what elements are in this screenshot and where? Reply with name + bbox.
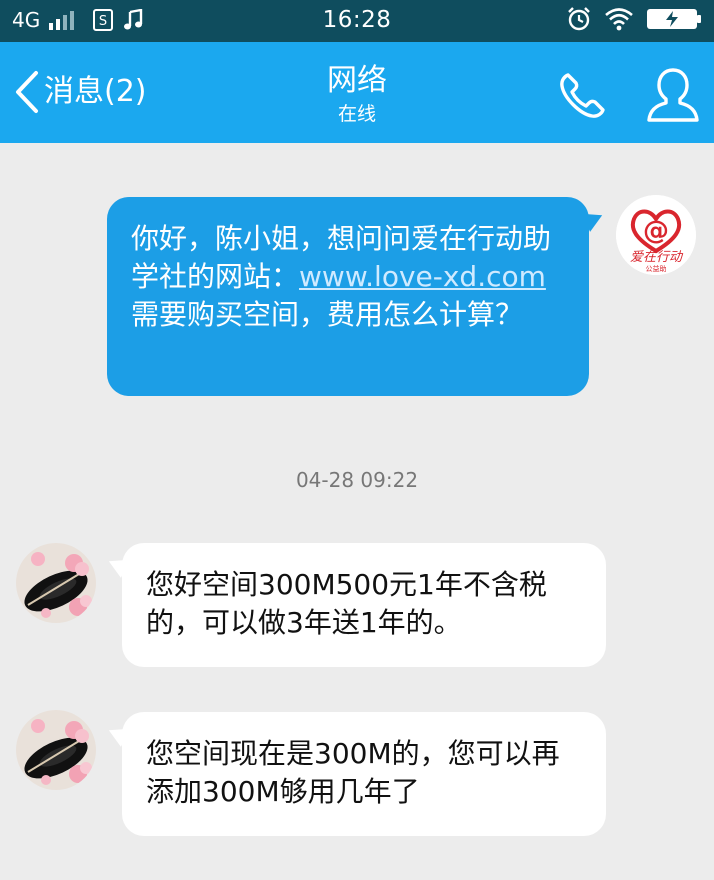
profile-icon[interactable] [645, 66, 701, 124]
status-right [566, 6, 702, 32]
contact-avatar[interactable] [16, 543, 96, 623]
svg-text:爱在行动: 爱在行动 [630, 250, 684, 265]
flower-avatar-image [16, 543, 96, 623]
alarm-icon [568, 7, 590, 31]
battery-charging-icon [647, 9, 701, 29]
self-avatar[interactable]: @ 爱在行动 公益助 [616, 195, 696, 275]
incoming-message[interactable]: 您好空间300M500元1年不含税的，可以做3年送1年的。 [104, 543, 606, 667]
message-text: 您空间现在是300M的，您可以再添加300M够用几年了 [146, 737, 560, 808]
svg-text:公益助: 公益助 [646, 264, 667, 273]
love-in-action-logo: @ 爱在行动 公益助 [616, 195, 696, 275]
bubble-tail [104, 552, 130, 578]
svg-text:@: @ [643, 216, 669, 246]
incoming-message[interactable]: 您空间现在是300M的，您可以再添加300M够用几年了 [104, 712, 606, 836]
message-text: 您好空间300M500元1年不含税的，可以做3年送1年的。 [146, 568, 547, 639]
message-text-cont: 需要购买空间，费用怎么计算？ [131, 298, 524, 331]
status-bar: 4G S 16:28 [0, 0, 714, 42]
bubble-tail [581, 206, 607, 232]
website-link[interactable]: www.love-xd.com [299, 260, 546, 293]
message-timestamp: 04-28 09:22 [295, 468, 419, 492]
wifi-icon [605, 8, 633, 31]
contact-avatar[interactable] [16, 710, 96, 790]
bubble-tail [104, 721, 130, 747]
chat-header: 消息(2) 网络 在线 [0, 42, 714, 143]
phone-icon[interactable] [556, 70, 608, 122]
flower-avatar-image [16, 710, 96, 790]
outgoing-message[interactable]: 你好，陈小姐，想问问爱在行动助学社的网站：www.love-xd.com需要购买… [107, 197, 607, 396]
